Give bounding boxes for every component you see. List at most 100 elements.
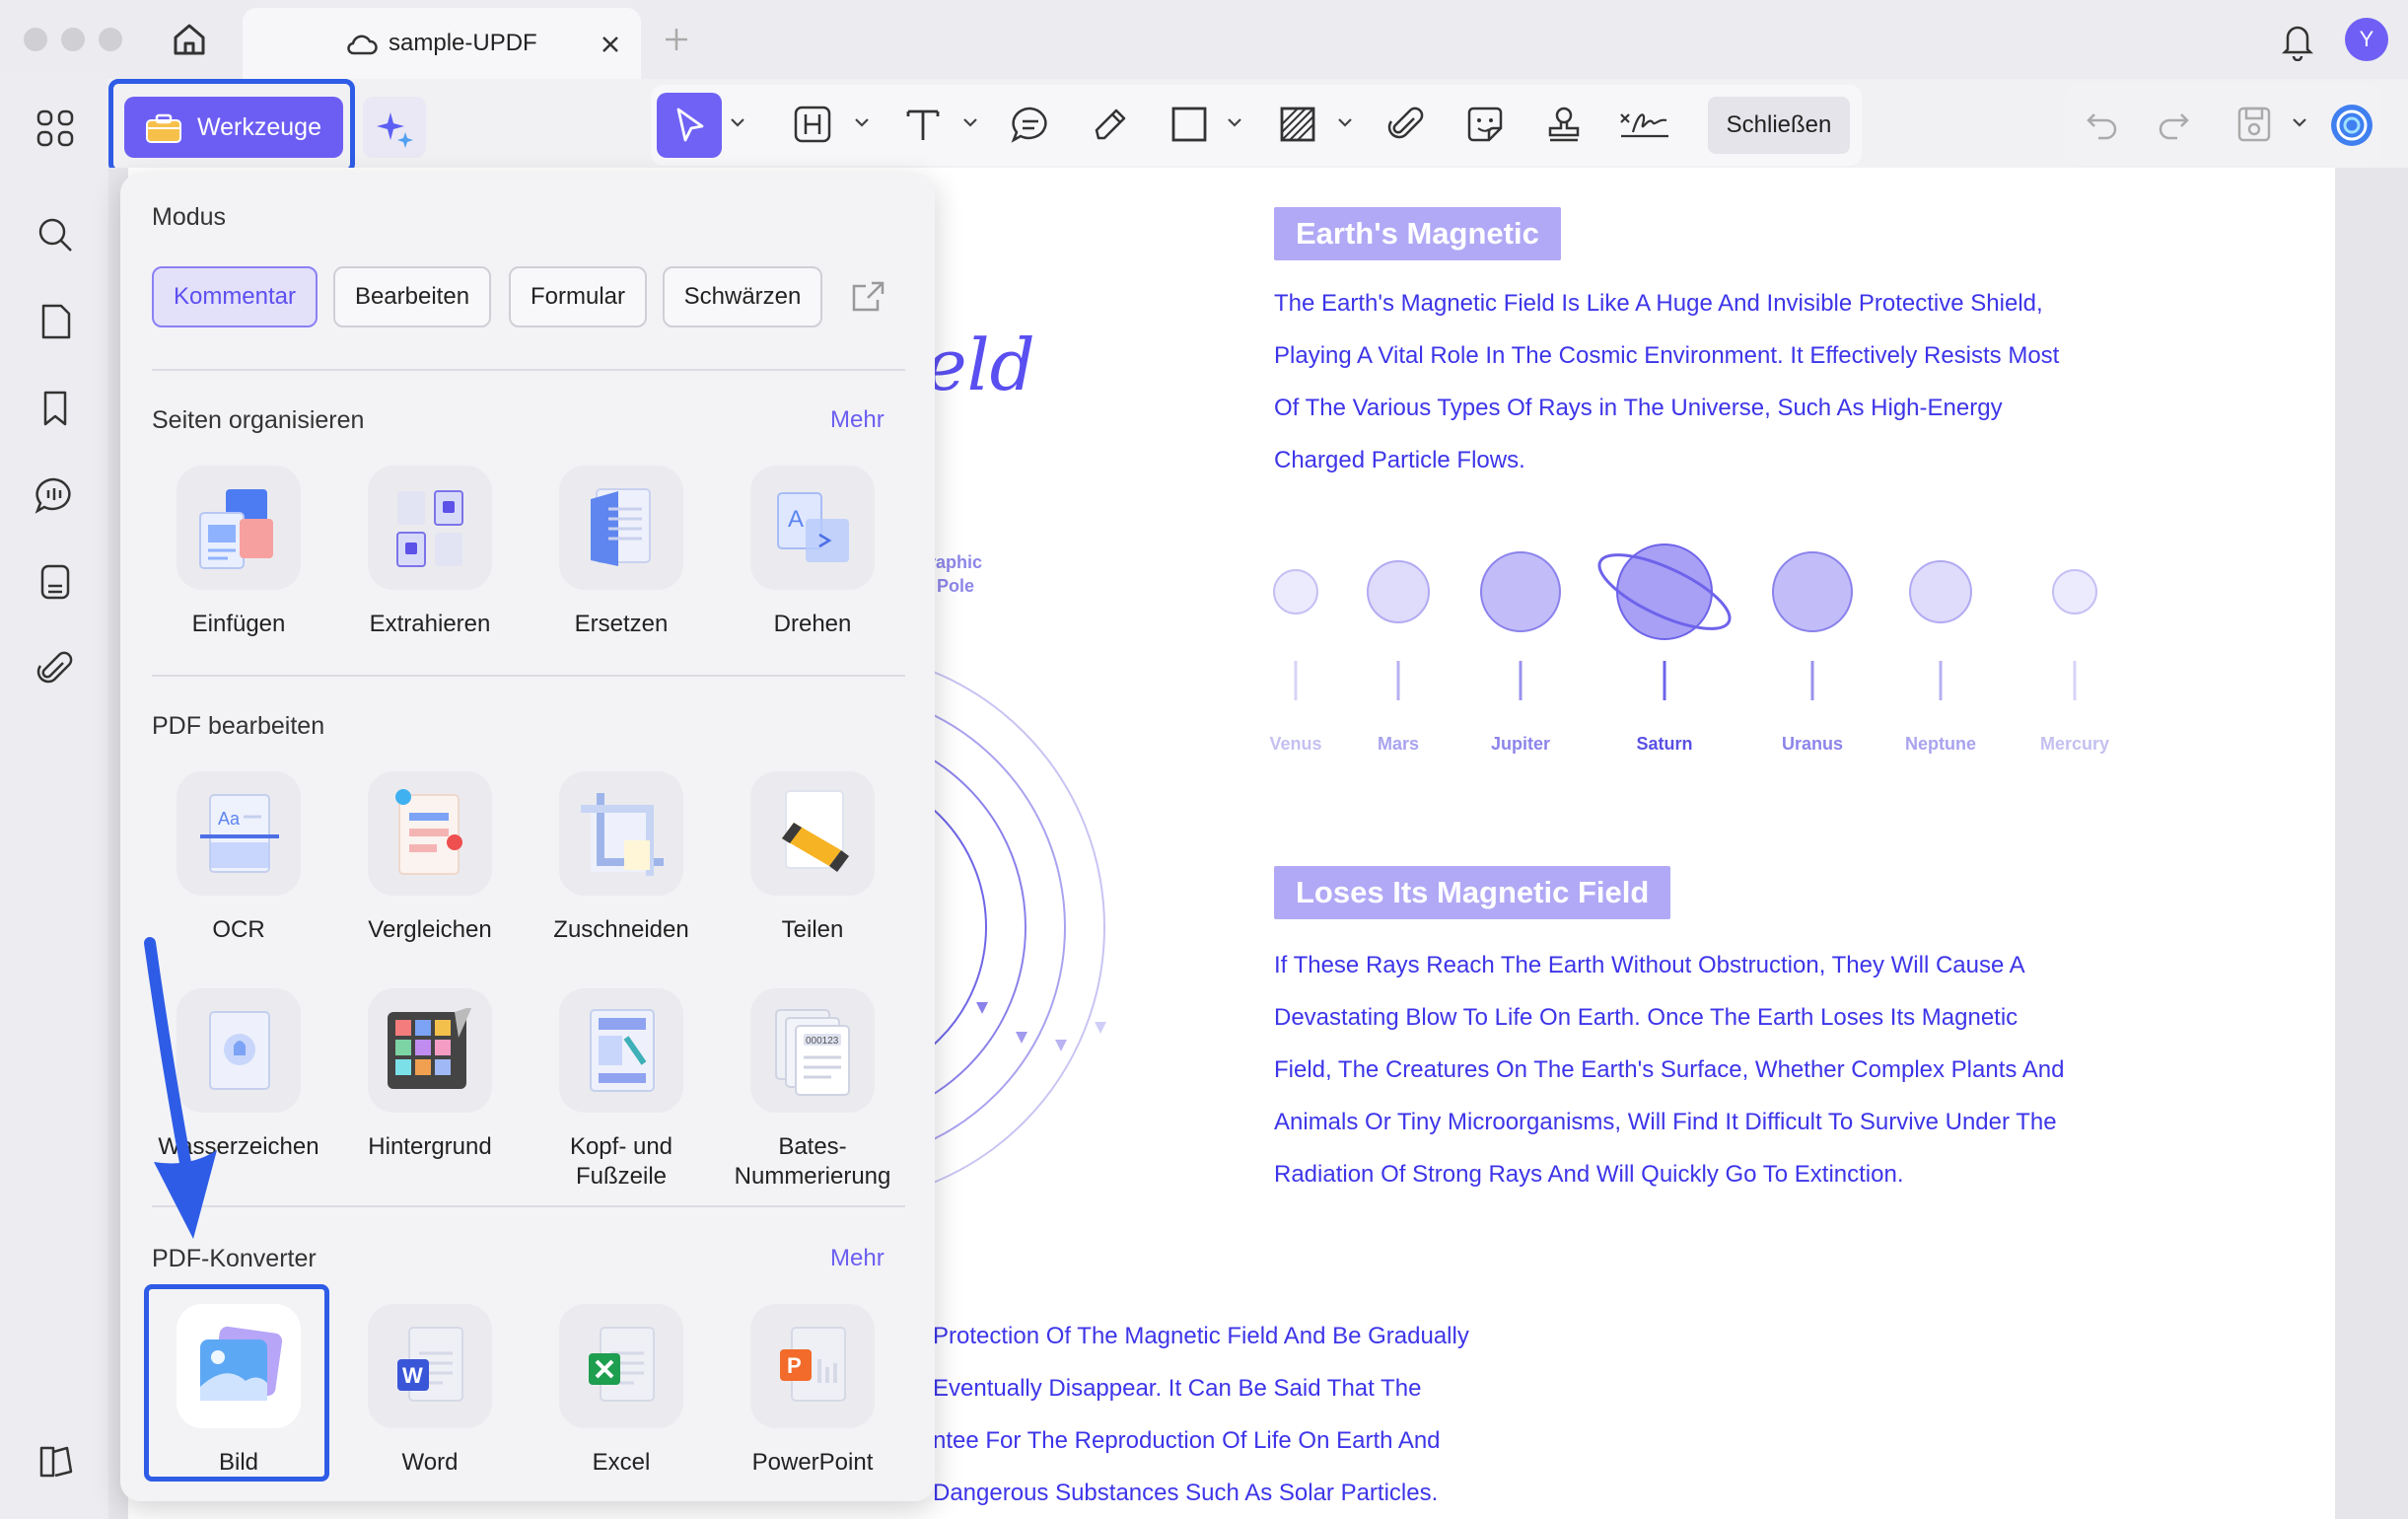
chevron-down-icon[interactable] xyxy=(1337,116,1353,128)
text-line: Animals Or Tiny Microorganisms, Will Fin… xyxy=(1274,1109,2057,1135)
toolbox-icon xyxy=(144,112,183,144)
paragraph-3: Protection Of The Magnetic Field And Be … xyxy=(933,1310,1623,1519)
tool-extrahieren[interactable]: Extrahieren xyxy=(341,466,519,639)
new-tab-icon[interactable] xyxy=(663,26,690,53)
document-tab[interactable]: sample-UPDF xyxy=(243,8,641,79)
close-window-button[interactable] xyxy=(24,28,47,51)
search-icon[interactable] xyxy=(35,215,75,254)
background-icon xyxy=(368,988,492,1113)
divider xyxy=(152,369,905,371)
tool-einfuegen[interactable]: Einfügen xyxy=(150,466,327,639)
chevron-down-icon[interactable] xyxy=(962,116,978,128)
chevron-down-icon[interactable] xyxy=(730,116,745,128)
open-external-icon[interactable] xyxy=(850,280,885,314)
tool-bates-nummerierung[interactable]: 000123 Bates-Nummerierung xyxy=(724,988,901,1192)
tools-label: Werkzeuge xyxy=(197,113,321,141)
minimize-window-button[interactable] xyxy=(61,28,85,51)
left-sidebar xyxy=(0,79,108,1519)
convert-more-link[interactable]: Mehr xyxy=(830,1245,885,1272)
svg-text:P: P xyxy=(787,1353,802,1378)
mode-bearbeiten-button[interactable]: Bearbeiten xyxy=(333,266,491,327)
close-tab-icon[interactable] xyxy=(600,34,621,55)
form-icon[interactable] xyxy=(35,562,75,602)
extract-pages-icon xyxy=(368,466,492,590)
close-tools-button[interactable]: Schließen xyxy=(1708,97,1850,154)
tool-vergleichen[interactable]: Vergleichen xyxy=(341,771,519,945)
annotation-toolbar xyxy=(651,85,1862,166)
crop-icon xyxy=(559,771,683,896)
text-line: Field, The Creatures On The Earth's Surf… xyxy=(1274,1056,2065,1083)
tool-label: Vergleichen xyxy=(368,916,492,943)
tool-label: Kopf- und Fußzeile xyxy=(569,1133,673,1190)
pencil-icon[interactable] xyxy=(1091,105,1130,144)
planet-label-neptune: Neptune xyxy=(1905,734,1976,754)
tools-button[interactable]: Werkzeuge xyxy=(124,97,343,158)
tool-label: Word xyxy=(401,1449,459,1476)
compare-icon xyxy=(368,771,492,896)
tool-powerpoint[interactable]: P PowerPoint xyxy=(724,1304,901,1478)
rotate-pages-icon: A xyxy=(750,466,875,590)
tool-teilen[interactable]: Teilen xyxy=(724,771,901,945)
text-line: Protection Of The Magnetic Field And Be … xyxy=(933,1323,1469,1349)
tool-label: Teilen xyxy=(781,916,844,943)
comment-tool-icon[interactable] xyxy=(1010,105,1051,144)
cloud-icon xyxy=(345,28,379,61)
convert-title: PDF-Konverter xyxy=(152,1245,317,1272)
chevron-down-icon[interactable] xyxy=(2292,116,2307,128)
save-icon[interactable] xyxy=(2234,105,2274,144)
tool-label: Excel xyxy=(592,1449,651,1476)
text-line: ntee For The Reproduction Of Life On Ear… xyxy=(933,1427,1441,1454)
tool-label: Einfügen xyxy=(191,611,286,637)
undo-icon[interactable] xyxy=(2085,107,2120,142)
page-icon[interactable] xyxy=(35,302,75,341)
split-icon xyxy=(750,771,875,896)
tool-word[interactable]: W Word xyxy=(341,1304,519,1478)
mode-formular-button[interactable]: Formular xyxy=(509,266,647,327)
text-tool-icon[interactable] xyxy=(903,105,943,144)
svg-text:Aa: Aa xyxy=(218,809,241,829)
tool-drehen[interactable]: A Drehen xyxy=(724,466,901,639)
mode-kommentar-button[interactable]: Kommentar xyxy=(152,266,318,327)
ai-assistant-button[interactable] xyxy=(363,97,426,158)
zoom-window-button[interactable] xyxy=(99,28,122,51)
mode-schwaerzen-button[interactable]: Schwärzen xyxy=(663,266,822,327)
bookmark-icon[interactable] xyxy=(35,389,75,428)
tools-panel: Modus Kommentar Bearbeiten Formular Schw… xyxy=(120,174,935,1501)
redo-icon[interactable] xyxy=(2156,107,2191,142)
updf-ai-icon[interactable] xyxy=(2329,103,2374,148)
tool-zuschneiden[interactable]: Zuschneiden xyxy=(532,771,710,945)
tool-ersetzen[interactable]: Ersetzen xyxy=(532,466,710,639)
bell-icon[interactable] xyxy=(2278,20,2317,61)
bild-highlight-box xyxy=(144,1284,329,1482)
sticker-icon[interactable] xyxy=(1465,105,1505,144)
grid-icon[interactable] xyxy=(35,108,75,148)
layers-icon[interactable] xyxy=(35,1442,75,1482)
tool-label: Extrahieren xyxy=(369,611,491,637)
tool-kopf-und-fusszeile[interactable]: Kopf- und Fußzeile xyxy=(532,988,710,1192)
tool-hintergrund[interactable]: Hintergrund xyxy=(341,988,519,1162)
title-bar: sample-UPDF Y xyxy=(0,0,2408,79)
text-line: Devastating Blow To Life On Earth. Once … xyxy=(1274,1004,2018,1031)
rectangle-tool-icon[interactable] xyxy=(1169,105,1209,144)
chevron-down-icon[interactable] xyxy=(1227,116,1242,128)
attachment-tool-icon[interactable] xyxy=(1386,105,1426,144)
tool-ocr[interactable]: Aa OCR xyxy=(150,771,327,945)
chevron-down-icon[interactable] xyxy=(854,116,870,128)
comment-icon[interactable] xyxy=(34,475,75,515)
avatar[interactable]: Y xyxy=(2345,18,2388,61)
stamp-icon[interactable] xyxy=(1544,105,1584,144)
tool-excel[interactable]: Excel xyxy=(532,1304,710,1478)
insert-pages-icon xyxy=(177,466,301,590)
organize-more-link[interactable]: Mehr xyxy=(830,406,885,434)
excel-convert-icon xyxy=(559,1304,683,1428)
paragraph-2: If These Rays Reach The Earth Without Ob… xyxy=(1274,939,2161,1200)
signature-icon[interactable] xyxy=(1617,105,1672,144)
area-highlight-icon[interactable] xyxy=(1278,105,1317,144)
sparkle-icon xyxy=(375,108,414,148)
home-icon[interactable] xyxy=(168,18,211,61)
tool-label: Zuschneiden xyxy=(553,916,689,943)
attachment-icon[interactable] xyxy=(35,649,75,688)
select-tool-button[interactable] xyxy=(657,93,722,158)
bates-numbering-icon: 000123 xyxy=(750,988,875,1113)
heading-tool-icon[interactable] xyxy=(793,105,832,144)
